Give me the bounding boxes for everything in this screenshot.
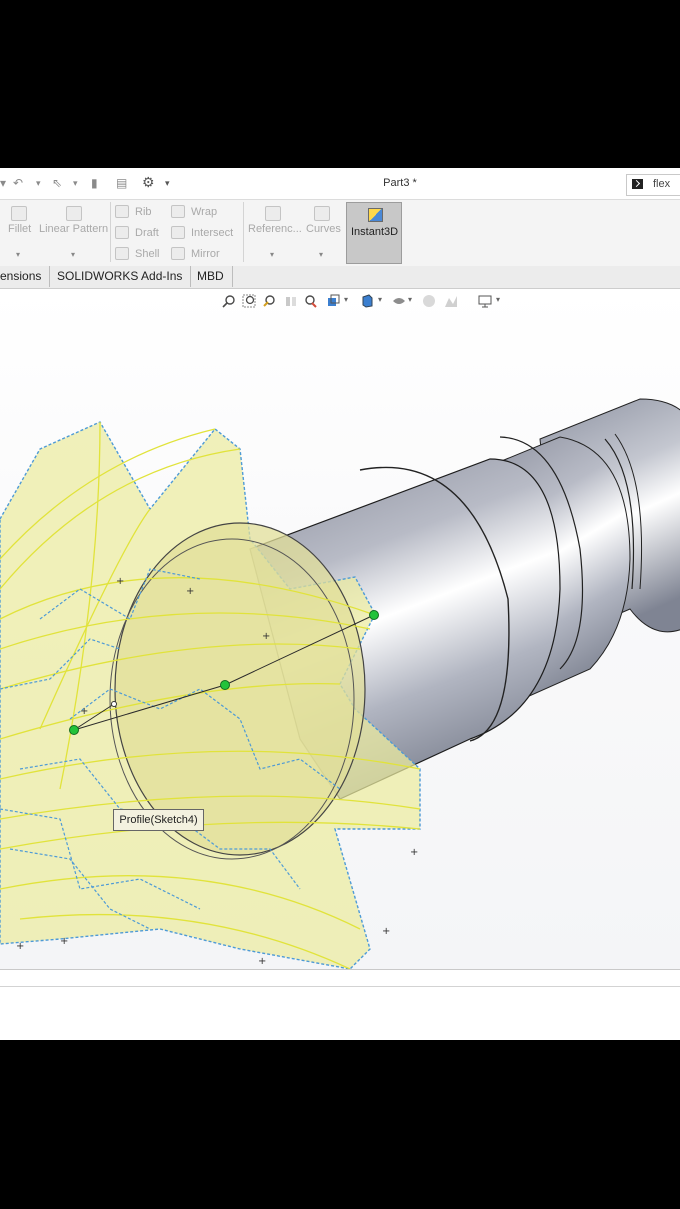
draft-label: Draft <box>135 227 159 239</box>
profile-point-handle[interactable] <box>220 680 230 690</box>
undo-dropdown-icon[interactable]: ▾ <box>36 178 41 189</box>
select-dropdown-icon[interactable]: ▾ <box>73 178 78 189</box>
reference-dropdown-icon[interactable]: ▾ <box>270 250 274 259</box>
select-pointer-icon[interactable]: ⇖ <box>52 176 62 190</box>
curves-dropdown-icon[interactable]: ▾ <box>319 250 323 259</box>
intersect-icon <box>171 226 185 239</box>
graphics-area[interactable]: ▾ ▾ ▾ ▾ + + + + + + + + + Profile(Sketch… <box>0 289 680 970</box>
fillet-icon <box>11 206 27 221</box>
options-gear-icon[interactable]: ⚙ <box>142 174 155 191</box>
draft-icon <box>115 226 129 239</box>
instant3d-label: Instant3D <box>351 226 399 238</box>
dropdown-arrow-icon[interactable]: ▾ <box>0 176 6 190</box>
mirror-label: Mirror <box>191 248 220 260</box>
helical-gear-preview[interactable]: + + + + + + + + + <box>0 421 421 969</box>
instant3d-icon <box>368 208 383 222</box>
shell-icon <box>115 247 129 260</box>
command-prompt-icon <box>632 179 643 189</box>
ribbon-separator <box>243 202 244 262</box>
mirror-icon <box>171 247 185 260</box>
undo-icon[interactable]: ↶ <box>13 176 23 190</box>
command-manager-ribbon: Fillet ▾ Linear Pattern ▾ Rib Draft Shel… <box>0 200 680 267</box>
svg-text:+: + <box>410 847 418 858</box>
3d-model-view[interactable]: + + + + + + + + + <box>0 289 680 969</box>
profile-point-handle[interactable] <box>69 725 79 735</box>
rib-icon <box>115 205 129 218</box>
svg-text:+: + <box>262 631 270 642</box>
svg-text:+: + <box>382 926 390 937</box>
rib-label: Rib <box>135 206 152 218</box>
wrap-icon <box>171 205 185 218</box>
rebuild-icon[interactable]: ▮ <box>91 176 98 190</box>
document-title: Part3 * <box>383 177 417 189</box>
fillet-label: Fillet <box>8 223 32 235</box>
tab-mbd[interactable]: MBD <box>189 266 233 287</box>
svg-text:+: + <box>60 936 68 947</box>
title-bar: ▾ ↶ ▾ ⇖ ▾ ▮ ▤ ⚙ ▾ Part3 * flex <box>0 168 680 200</box>
status-bar <box>0 970 680 987</box>
instant3d-button[interactable]: Instant3D <box>346 202 402 264</box>
svg-text:+: + <box>116 576 124 587</box>
tab-solidworks-add-ins[interactable]: SOLIDWORKS Add-Ins <box>49 266 192 287</box>
search-text: flex <box>653 178 671 190</box>
ribbon-separator <box>110 202 111 262</box>
file-properties-icon[interactable]: ▤ <box>116 176 127 190</box>
reference-geometry-icon <box>265 206 281 221</box>
profile-sketch-callout[interactable]: Profile(Sketch4) <box>113 809 204 831</box>
intersect-label: Intersect <box>191 227 234 239</box>
curves-icon <box>314 206 330 221</box>
curves-label: Curves <box>306 223 341 235</box>
linear-pattern-label: Linear Pattern <box>39 223 109 235</box>
tab-dimensions[interactable]: ensions <box>0 266 51 287</box>
svg-text:+: + <box>16 941 24 952</box>
fillet-dropdown-icon[interactable]: ▾ <box>16 250 20 259</box>
command-tabs: ensions SOLIDWORKS Add-Ins MBD <box>0 266 680 289</box>
svg-text:+: + <box>186 586 194 597</box>
wrap-label: Wrap <box>191 206 218 218</box>
linear-pattern-dropdown-icon[interactable]: ▾ <box>71 250 75 259</box>
linear-pattern-icon <box>66 206 82 221</box>
search-commands-box[interactable]: flex <box>626 174 680 196</box>
reference-geometry-label: Referenc... <box>248 223 302 235</box>
shell-label: Shell <box>135 248 160 260</box>
options-dropdown-icon[interactable]: ▾ <box>165 178 170 189</box>
profile-point-handle[interactable] <box>369 610 379 620</box>
svg-text:+: + <box>258 956 266 967</box>
svg-text:+: + <box>80 706 88 717</box>
solidworks-window: ▾ ↶ ▾ ⇖ ▾ ▮ ▤ ⚙ ▾ Part3 * flex Fillet ▾ … <box>0 168 680 1040</box>
